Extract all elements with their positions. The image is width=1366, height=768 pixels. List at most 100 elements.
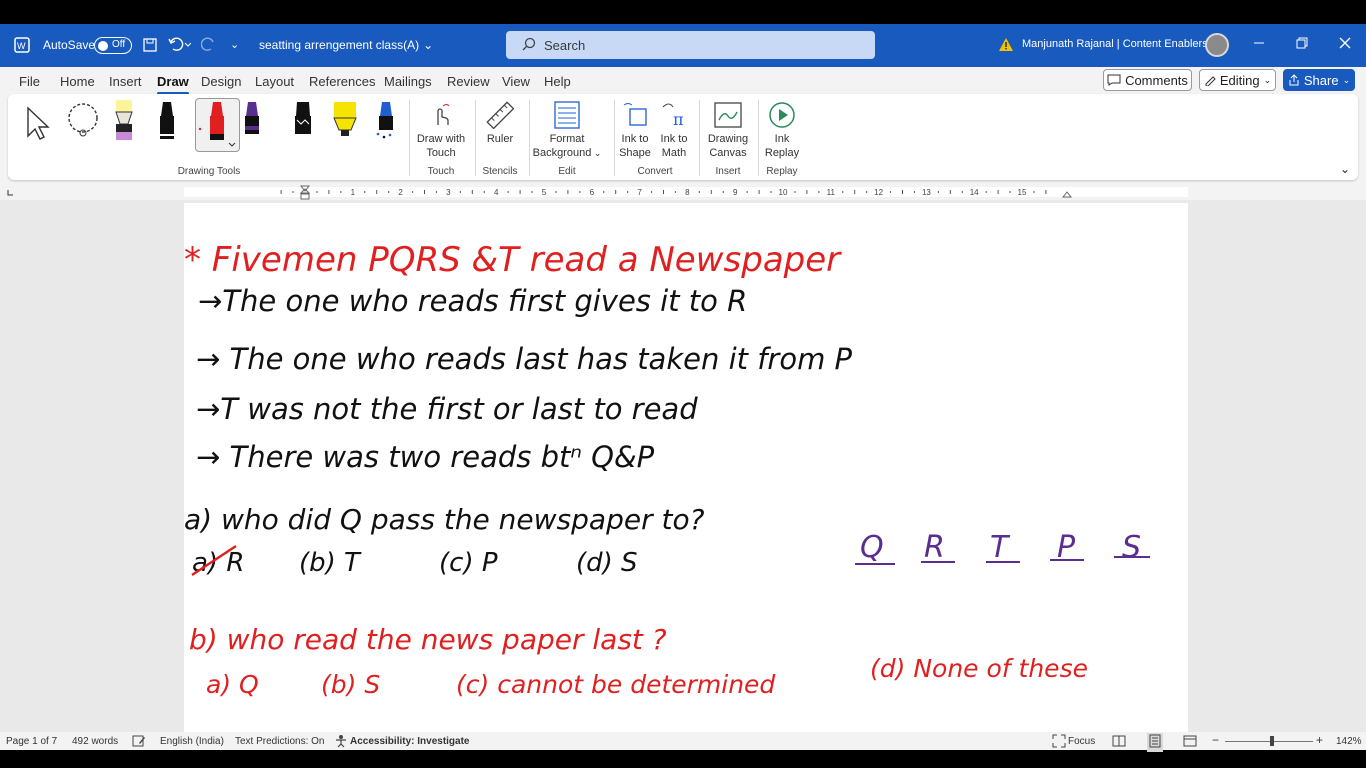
accessibility-status[interactable]: Accessibility: Investigate <box>350 736 470 747</box>
undo-icon[interactable] <box>167 36 191 52</box>
read-mode-icon[interactable] <box>1112 734 1126 751</box>
search-box[interactable]: Search <box>506 31 875 59</box>
avatar[interactable] <box>1205 33 1229 57</box>
black-marker-icon[interactable] <box>291 100 315 145</box>
tab-selector-icon[interactable] <box>7 190 13 196</box>
ruler-scale: 1 2 3 4 5 6 7 8 9 10 11 12 13 14 15 <box>7 185 1188 200</box>
svg-text:π: π <box>673 110 684 129</box>
menu-bar: File Home Insert Draw Design Layout Refe… <box>0 67 1366 95</box>
tab-view[interactable]: View <box>502 74 530 89</box>
zoom-in-icon[interactable]: + <box>1316 733 1323 747</box>
ruler-number: 3 <box>446 188 451 197</box>
tab-draw[interactable]: Draw <box>157 74 189 95</box>
ribbon: Drawing Tools Draw with Touch Touch Rule… <box>8 94 1358 180</box>
tab-review[interactable]: Review <box>447 74 490 89</box>
text-predictions-status[interactable]: Text Predictions: On <box>235 736 324 747</box>
group-insert: Insert <box>715 166 741 177</box>
focus-icon <box>1052 734 1066 751</box>
tab-design[interactable]: Design <box>201 74 241 89</box>
indent-marker[interactable] <box>299 185 311 200</box>
tab-insert[interactable]: Insert <box>109 74 142 89</box>
tab-references[interactable]: References <box>309 74 375 89</box>
word-count[interactable]: 492 words <box>72 736 118 747</box>
minimize-icon[interactable] <box>1253 37 1265 49</box>
lasso-select-icon[interactable] <box>64 102 104 141</box>
ruler-number: 9 <box>733 188 738 197</box>
ruler-number: 4 <box>494 188 499 197</box>
select-cursor-icon[interactable] <box>24 104 50 143</box>
ink-clue-4: → There was two reads btⁿ Q&P <box>196 440 655 474</box>
group-stencils: Stencils <box>482 166 518 177</box>
ruler-number: 1 <box>351 188 356 197</box>
drawing-canvas-button[interactable]: Drawing Canvas <box>702 98 754 160</box>
black-pen-icon[interactable] <box>155 100 179 145</box>
ruler-icon <box>478 98 522 132</box>
ink-clue-2: → The one who reads last has taken it fr… <box>196 342 853 376</box>
ruler-number: 5 <box>542 188 547 197</box>
draw-with-touch-button[interactable]: Draw with Touch <box>412 98 470 160</box>
zoom-out-icon[interactable]: − <box>1212 733 1219 747</box>
focus-button[interactable]: Focus <box>1068 736 1095 747</box>
ink-order-t: T <box>990 530 1011 565</box>
tab-layout[interactable]: Layout <box>255 74 294 89</box>
restore-icon[interactable] <box>1296 37 1308 49</box>
page-count[interactable]: Page 1 of 7 <box>6 736 57 747</box>
ink-order-sequence: Q R T P S <box>855 530 1150 565</box>
tab-mailings[interactable]: Mailings <box>384 74 432 89</box>
pencil-tool-icon[interactable] <box>112 100 136 145</box>
zoom-level[interactable]: 142% <box>1336 736 1362 747</box>
ink-to-math-button[interactable]: π Ink to Math <box>654 98 694 160</box>
document-page[interactable]: * Fivemen PQRS &T read a Newspaper →The … <box>184 203 1188 732</box>
customize-qat-icon[interactable]: ⌄ <box>230 38 239 51</box>
group-convert: Convert <box>637 166 673 177</box>
proofing-icon[interactable] <box>132 734 146 751</box>
tab-help[interactable]: Help <box>544 74 571 89</box>
user-name[interactable]: Manjunath Rajanal | Content Enablers <box>1022 38 1208 50</box>
ink-order-s: S <box>1122 530 1141 565</box>
horizontal-ruler: 1 2 3 4 5 6 7 8 9 10 11 12 13 14 15 <box>0 184 1366 200</box>
format-background-button[interactable]: Format Background ⌄ <box>532 98 602 160</box>
ribbon-divider <box>758 100 759 176</box>
autosave-toggle[interactable]: Off <box>94 37 132 54</box>
ink-qb-option-c: (c) cannot be determined <box>456 670 775 699</box>
print-layout-icon[interactable] <box>1147 733 1163 752</box>
ink-qb-option-b: (b) S <box>321 670 380 699</box>
zoom-slider[interactable] <box>1225 741 1313 742</box>
accessibility-icon <box>334 734 348 751</box>
red-pen-selected-icon[interactable] <box>195 98 240 152</box>
comment-icon <box>1107 74 1121 86</box>
save-icon[interactable] <box>142 37 158 53</box>
ink-replay-button[interactable]: Ink Replay <box>760 98 804 160</box>
document-title[interactable]: seatting arrengement class(A) ⌄ <box>259 38 433 52</box>
tab-file[interactable]: File <box>19 74 40 89</box>
tab-home[interactable]: Home <box>60 74 95 89</box>
chevron-down-icon: ⌄ <box>591 148 602 158</box>
ruler-number: 15 <box>1018 188 1027 197</box>
chevron-down-icon: ⌄ <box>423 38 434 52</box>
ink-to-shape-button[interactable]: Ink to Shape <box>615 98 655 160</box>
comments-button[interactable]: Comments <box>1103 69 1192 91</box>
share-button[interactable]: Share ⌄ <box>1283 69 1355 91</box>
web-layout-icon[interactable] <box>1183 734 1197 751</box>
document-canvas: * Fivemen PQRS &T read a Newspaper →The … <box>0 200 1366 732</box>
redo-icon[interactable] <box>201 36 217 52</box>
purple-pen-icon[interactable] <box>240 100 264 145</box>
close-icon[interactable] <box>1339 37 1351 49</box>
ink-question-b: b) who read the news paper last ? <box>189 623 667 656</box>
zoom-slider-thumb[interactable] <box>1270 736 1274 746</box>
title-bar: W AutoSave Off ⌄ seatting arrengement cl… <box>0 24 1366 67</box>
ink-to-shape-icon <box>615 98 655 132</box>
collapse-ribbon-icon[interactable]: ⌄ <box>1340 162 1350 176</box>
blue-glitter-pen-icon[interactable] <box>374 100 398 145</box>
ruler-number: 8 <box>685 188 690 197</box>
ink-qb-option-d: (d) None of these <box>870 654 1088 683</box>
warning-icon[interactable] <box>998 37 1014 52</box>
yellow-highlighter-icon[interactable] <box>331 100 359 145</box>
ink-replay-icon <box>760 98 804 132</box>
ruler-button[interactable]: Ruler <box>478 98 522 146</box>
ink-qa-option-c: (c) P <box>439 548 498 578</box>
editing-mode-button[interactable]: Editing ⌄ <box>1199 69 1276 91</box>
language-status[interactable]: English (India) <box>160 736 224 747</box>
search-placeholder: Search <box>544 37 586 53</box>
ink-question-a: a) who did Q pass the newspaper to? <box>184 503 705 536</box>
